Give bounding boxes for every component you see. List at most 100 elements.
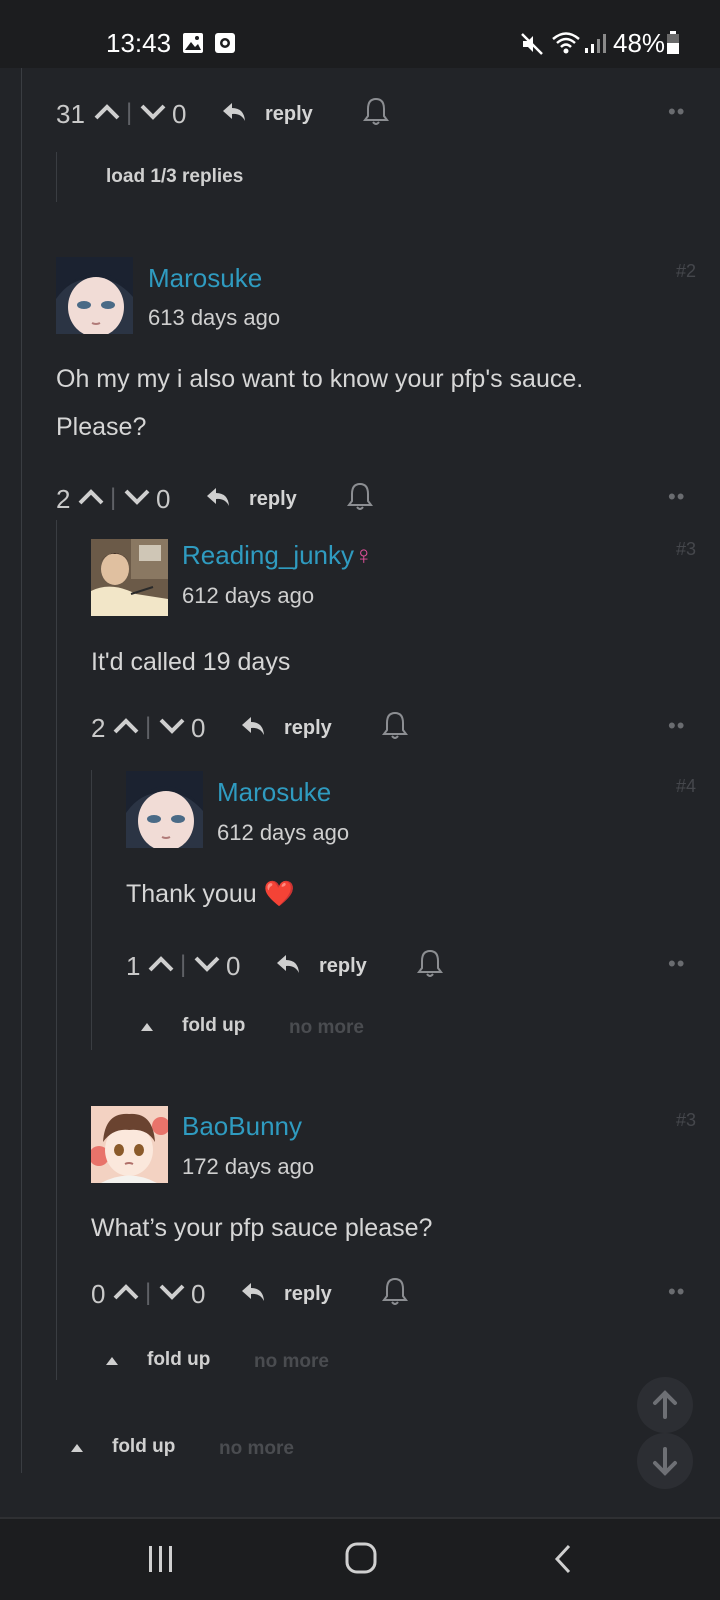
- load-replies-button[interactable]: load 1/3 replies: [106, 166, 243, 188]
- vote-separator: |: [180, 951, 187, 978]
- comment-actions: 2 | 0 reply ••: [56, 478, 696, 518]
- avatar[interactable]: [91, 539, 168, 616]
- reply-button[interactable]: reply: [284, 717, 332, 740]
- upvote-icon[interactable]: [148, 955, 174, 973]
- system-nav-bar: [0, 1517, 720, 1600]
- arrow-down-icon: [653, 1447, 677, 1476]
- recents-icon[interactable]: [145, 1543, 177, 1575]
- reply-icon[interactable]: [240, 1281, 266, 1303]
- username[interactable]: Reading_junky♀: [182, 540, 374, 571]
- bell-icon[interactable]: [346, 481, 374, 511]
- no-more-label: no more: [254, 1351, 329, 1372]
- reply-icon[interactable]: [221, 101, 247, 123]
- more-icon[interactable]: ••: [668, 484, 685, 510]
- comment-number: #3: [676, 1110, 697, 1130]
- scroll-to-top-button[interactable]: [637, 1377, 693, 1433]
- vote-separator: |: [126, 99, 133, 126]
- more-icon[interactable]: ••: [668, 99, 685, 125]
- avatar-image: [56, 257, 133, 334]
- status-time: 13:43: [106, 28, 172, 58]
- thread-line: [56, 520, 57, 1380]
- reply-button[interactable]: reply: [249, 488, 297, 511]
- avatar-image: [91, 539, 168, 616]
- reply-icon[interactable]: [275, 953, 301, 975]
- home-icon[interactable]: [344, 1541, 378, 1575]
- signal-icon: [585, 34, 606, 53]
- comment-number: #2: [676, 261, 697, 281]
- fold-up-icon[interactable]: [71, 1444, 83, 1452]
- thread-line: [91, 770, 92, 1050]
- scroll-to-bottom-button[interactable]: [637, 1433, 693, 1489]
- thread-line: [21, 68, 22, 1473]
- back-icon[interactable]: [552, 1543, 574, 1575]
- comment-body: It'd called 19 days: [91, 648, 291, 676]
- status-bar: 13:43 48%: [0, 0, 720, 68]
- comment-number: #3: [676, 539, 697, 559]
- upvote-icon[interactable]: [113, 1283, 139, 1301]
- fold-row: fold up no more: [141, 1013, 441, 1043]
- comment-number: #4: [676, 776, 697, 796]
- comment-body: Thank youu ❤️: [126, 880, 295, 908]
- bell-icon[interactable]: [416, 948, 444, 978]
- fold-up-button[interactable]: fold up: [147, 1349, 210, 1371]
- downvote-icon[interactable]: [159, 1283, 185, 1301]
- downvote-icon[interactable]: [140, 103, 166, 121]
- avatar[interactable]: [91, 1106, 168, 1183]
- fold-up-icon[interactable]: [141, 1023, 153, 1031]
- fold-up-icon[interactable]: [106, 1357, 118, 1365]
- more-icon[interactable]: ••: [668, 951, 685, 977]
- downvote-count: 0: [172, 99, 187, 129]
- no-more-label: no more: [289, 1017, 364, 1038]
- fold-up-button[interactable]: fold up: [182, 1015, 245, 1037]
- downvote-count: 0: [226, 951, 241, 981]
- upvote-count: 31: [56, 99, 85, 129]
- reply-button[interactable]: reply: [265, 103, 313, 126]
- upvote-count: 1: [126, 951, 141, 981]
- username[interactable]: Marosuke: [148, 263, 262, 294]
- upvote-icon[interactable]: [113, 717, 139, 735]
- username[interactable]: BaoBunny: [182, 1111, 302, 1142]
- downvote-count: 0: [191, 713, 206, 743]
- vote-separator: |: [110, 484, 117, 511]
- comment-date: 613 days ago: [148, 305, 281, 330]
- bell-icon[interactable]: [381, 710, 409, 740]
- reply-button[interactable]: reply: [319, 955, 367, 978]
- battery-icon: [667, 31, 679, 54]
- fold-row: fold up no more: [71, 1434, 371, 1464]
- upvote-icon[interactable]: [78, 488, 104, 506]
- fold-up-button[interactable]: fold up: [112, 1436, 175, 1458]
- avatar-image: [91, 1106, 168, 1183]
- bell-icon[interactable]: [381, 1276, 409, 1306]
- upvote-count: 2: [56, 484, 71, 514]
- mute-icon: [521, 33, 543, 55]
- reply-button[interactable]: reply: [284, 1283, 332, 1306]
- arrow-up-icon: [653, 1390, 677, 1419]
- comment-body: What’s your pfp sauce please?: [91, 1214, 433, 1242]
- downvote-icon[interactable]: [159, 717, 185, 735]
- vote-separator: |: [145, 713, 152, 740]
- battery-level: 48%: [613, 28, 666, 58]
- downvote-icon[interactable]: [194, 955, 220, 973]
- more-icon[interactable]: ••: [668, 1279, 685, 1305]
- comment-date: 612 days ago: [217, 820, 350, 845]
- reply-icon[interactable]: [240, 715, 266, 737]
- avatar[interactable]: [56, 257, 133, 334]
- upvote-count: 2: [91, 713, 106, 743]
- bell-icon[interactable]: [362, 96, 390, 126]
- downvote-count: 0: [191, 1279, 206, 1309]
- vote-separator: |: [145, 1279, 152, 1306]
- screenshot-icon: [215, 33, 235, 53]
- avatar[interactable]: [126, 771, 203, 848]
- comment-actions: 1 | 0 reply ••: [126, 945, 696, 985]
- comment-body: Oh my my i also want to know your pfp's …: [56, 365, 584, 441]
- gender-female-icon: ♀: [354, 540, 374, 570]
- username[interactable]: Marosuke: [217, 777, 331, 808]
- downvote-icon[interactable]: [124, 488, 150, 506]
- reply-icon[interactable]: [205, 486, 231, 508]
- image-icon: [183, 33, 203, 53]
- upvote-icon[interactable]: [94, 103, 120, 121]
- wifi-icon: [552, 32, 580, 54]
- comment-actions: 0 | 0 reply ••: [91, 1273, 696, 1313]
- more-icon[interactable]: ••: [668, 713, 685, 739]
- no-more-label: no more: [219, 1438, 294, 1459]
